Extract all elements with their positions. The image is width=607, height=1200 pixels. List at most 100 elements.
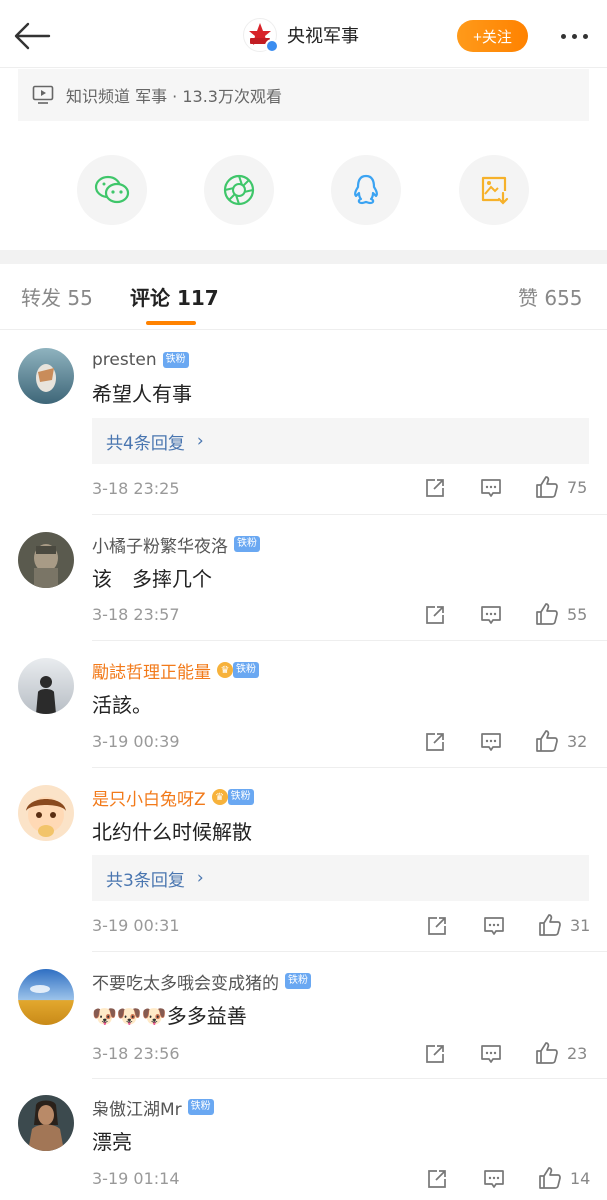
comment-author-line: 不要吃太多哦会变成猪的 铁粉: [92, 969, 311, 994]
reply-comment-button[interactable]: [483, 915, 505, 937]
comment-author-line: 是只小白兔呀Z ♛ 铁粉: [92, 785, 254, 810]
comment-icon: [481, 1045, 501, 1063]
comment-icon: [481, 606, 501, 624]
back-button[interactable]: [12, 18, 52, 54]
like-button[interactable]: 23: [535, 1041, 587, 1065]
like-count: 23: [567, 1043, 588, 1063]
more-dot-icon: [571, 33, 577, 39]
thumbs-up-icon: [536, 730, 558, 752]
video-info-strip[interactable]: 知识频道 军事 · 13.3万次观看: [18, 69, 589, 121]
like-count: 32: [567, 731, 588, 751]
channel-avatar[interactable]: [243, 18, 279, 53]
fan-badge: 铁粉: [285, 973, 311, 989]
fan-badge: 铁粉: [162, 352, 189, 368]
like-button[interactable]: 14: [538, 1166, 590, 1190]
share-wechat-button[interactable]: [77, 155, 147, 225]
comment-time: 3-18 23:25: [92, 479, 180, 498]
view-replies-button[interactable]: 共4条回复 ›: [92, 418, 589, 464]
channel-name: 央视军事: [287, 26, 359, 47]
like-count: 14: [570, 1168, 591, 1188]
forward-icon: [428, 1170, 446, 1188]
vip-crown-icon: ♛: [211, 789, 228, 805]
comment-separator: [92, 640, 607, 641]
comment-text: 希望人有事: [92, 382, 192, 406]
more-dot-icon: [582, 33, 588, 39]
forward-icon: [426, 1045, 444, 1063]
like-button[interactable]: 55: [535, 602, 587, 626]
comment-author-line: presten 铁粉: [92, 348, 189, 372]
comment-icon: [481, 733, 501, 751]
tab-repost[interactable]: 转发 55: [21, 284, 93, 312]
comment-text: 活該。: [92, 693, 152, 717]
more-menu-button[interactable]: [552, 24, 596, 48]
thumbs-up-icon: [536, 476, 558, 498]
avatar[interactable]: [18, 1095, 74, 1151]
thumbs-up-icon: [539, 914, 561, 936]
like-button[interactable]: 31: [538, 913, 590, 937]
channel-header[interactable]: 央视军事: [243, 17, 359, 53]
comment-text: 该 多摔几个: [92, 567, 212, 591]
doge-emoji-icon: 🐶🐶🐶: [92, 1004, 167, 1028]
tab-comments[interactable]: 评论 117: [130, 284, 219, 312]
vip-crown-icon: ♛: [217, 662, 233, 678]
view-replies-button[interactable]: 共3条回复 ›: [92, 855, 589, 901]
avatar[interactable]: [18, 785, 74, 841]
comment-author[interactable]: 小橘子粉繁华夜洛: [92, 532, 228, 557]
comment-author[interactable]: 枭傲江湖Mr: [92, 1095, 182, 1120]
comment-icon: [484, 917, 504, 935]
comment-time: 3-19 01:14: [92, 1169, 180, 1188]
save-image-icon: [481, 176, 509, 205]
reply-comment-button[interactable]: [480, 731, 502, 753]
comment-author[interactable]: 勵誌哲理正能量: [92, 658, 211, 683]
share-row: [0, 155, 607, 227]
tab-likes[interactable]: 赞 655: [518, 284, 583, 312]
active-tab-indicator: [146, 321, 196, 325]
fan-badge: 铁粉: [234, 536, 260, 552]
thumbs-up-icon: [536, 1042, 558, 1064]
avatar[interactable]: [18, 969, 74, 1025]
comment-author[interactable]: presten: [92, 350, 157, 370]
save-image-button[interactable]: [459, 155, 529, 225]
comment-author-line: 小橘子粉繁华夜洛 铁粉: [92, 532, 260, 557]
avatar[interactable]: [18, 532, 74, 588]
reply-comment-button[interactable]: [483, 1168, 505, 1190]
avatar[interactable]: [18, 348, 74, 404]
share-comment-button[interactable]: [424, 731, 446, 753]
comment-separator: [92, 951, 607, 952]
share-comment-button[interactable]: [424, 1043, 446, 1065]
share-comment-button[interactable]: [424, 604, 446, 626]
comment-time: 3-19 00:31: [92, 916, 180, 935]
thumbs-up-icon: [539, 1167, 561, 1189]
share-moments-button[interactable]: [204, 155, 274, 225]
comment-time: 3-18 23:57: [92, 605, 180, 624]
comment-text: 漂亮: [92, 1130, 132, 1154]
forward-icon: [426, 733, 444, 751]
follow-button[interactable]: +关注: [457, 20, 528, 52]
back-arrow-icon: [14, 22, 51, 50]
fan-badge: 铁粉: [233, 662, 259, 678]
comment-icon: [484, 1170, 504, 1188]
forward-icon: [426, 606, 444, 624]
comment-author-line: 勵誌哲理正能量 ♛ 铁粉: [92, 658, 259, 683]
moments-icon: [223, 174, 255, 206]
comment-icon: [481, 479, 501, 497]
like-button[interactable]: 75: [535, 475, 587, 499]
video-info-text: 知识频道 军事 · 13.3万次观看: [66, 87, 282, 106]
reply-comment-button[interactable]: [480, 477, 502, 499]
share-comment-button[interactable]: [426, 915, 448, 937]
reply-comment-button[interactable]: [480, 1043, 502, 1065]
share-comment-button[interactable]: [426, 1168, 448, 1190]
tabs-bar: 转发 55 评论 117 赞 655: [0, 264, 607, 330]
comment-author[interactable]: 是只小白兔呀Z: [92, 785, 206, 810]
avatar[interactable]: [18, 658, 74, 714]
replies-count: 共3条回复: [106, 870, 185, 891]
chevron-right-icon: ›: [196, 868, 204, 888]
comment-author[interactable]: 不要吃太多哦会变成猪的: [92, 969, 279, 994]
comment-time: 3-18 23:56: [92, 1044, 180, 1063]
like-button[interactable]: 32: [535, 729, 587, 753]
comment-author-line: 枭傲江湖Mr 铁粉: [92, 1095, 214, 1120]
reply-comment-button[interactable]: [480, 604, 502, 626]
top-bar: 央视军事 +关注: [0, 0, 607, 68]
share-qq-button[interactable]: [331, 155, 401, 225]
share-comment-button[interactable]: [424, 477, 446, 499]
